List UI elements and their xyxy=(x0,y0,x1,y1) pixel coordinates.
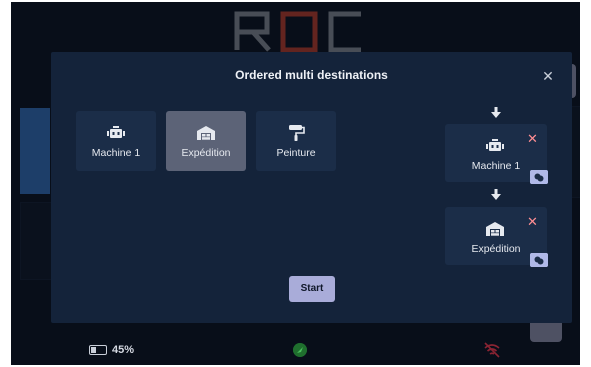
destination-label: Peinture xyxy=(276,147,316,159)
battery-level: 45% xyxy=(112,344,135,356)
destination-label: Expédition xyxy=(181,147,231,159)
ordered-destination-card: Machine 1 ✕ xyxy=(445,124,548,184)
destination-label: Machine 1 xyxy=(91,147,141,159)
ordered-destination-card: Expédition ✕ xyxy=(445,207,548,267)
wifi-off-icon xyxy=(484,342,500,358)
machine-icon xyxy=(107,126,125,138)
battery-icon xyxy=(89,345,107,355)
warehouse-icon xyxy=(486,222,504,236)
remove-icon[interactable]: ✕ xyxy=(527,215,538,228)
link-icon[interactable] xyxy=(530,170,548,184)
link-icon[interactable] xyxy=(530,253,548,267)
remove-icon[interactable]: ✕ xyxy=(527,132,538,145)
destination-expedition[interactable]: Expédition xyxy=(166,111,246,171)
navigation-status-icon xyxy=(293,343,307,357)
destinations-modal: Ordered multi destinations ✕ Machine 1 E… xyxy=(51,52,572,323)
close-icon[interactable]: ✕ xyxy=(541,69,555,83)
app-screen: 45% Ordered multi destinations ✕ Machine… xyxy=(11,2,580,365)
status-bar: 45% xyxy=(11,339,580,365)
paint-roller-icon xyxy=(289,125,305,141)
battery-indicator: 45% xyxy=(89,344,134,356)
arrow-down-icon xyxy=(491,189,501,200)
destination-machine-1[interactable]: Machine 1 xyxy=(76,111,156,171)
modal-title: Ordered multi destinations xyxy=(235,68,388,82)
warehouse-icon xyxy=(197,126,215,140)
start-button[interactable]: Start xyxy=(289,276,335,302)
arrow-down-icon xyxy=(491,107,501,118)
machine-icon xyxy=(486,139,504,151)
destination-peinture[interactable]: Peinture xyxy=(256,111,336,171)
